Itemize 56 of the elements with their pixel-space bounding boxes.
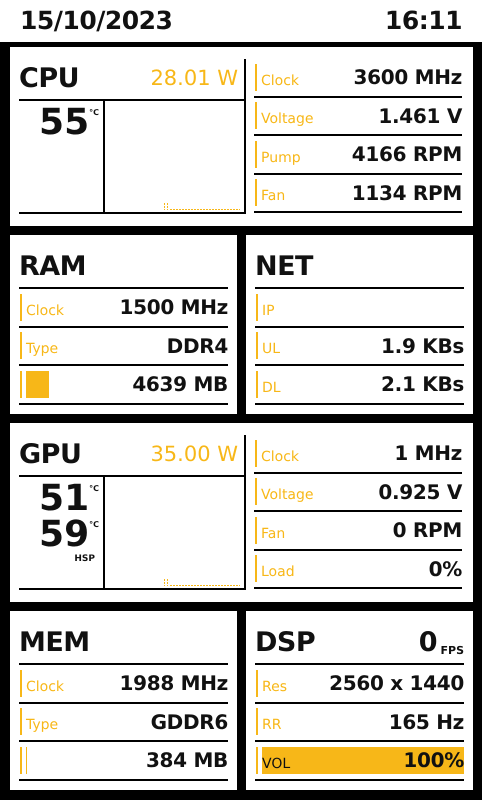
row-label: Fan — [255, 516, 286, 544]
row-label: VOL — [261, 754, 290, 774]
row-value: 3600 MHz — [353, 64, 462, 92]
row-label: Pump — [255, 140, 301, 168]
temperature-value: 55 — [39, 105, 90, 141]
row-label: IP — [256, 294, 275, 321]
row-label: Voltage — [255, 478, 314, 506]
row-label: UL — [256, 332, 280, 360]
temperature-value: 51 — [39, 481, 90, 517]
panel-title: GPU — [19, 438, 82, 472]
row-label: DL — [256, 370, 281, 398]
row-label: RR — [256, 708, 282, 736]
row-value: DDR4 — [166, 332, 228, 360]
temperature-value: 59 — [39, 517, 90, 553]
panel-title: DSP — [255, 626, 316, 660]
row-value: 0 RPM — [392, 517, 462, 544]
temperature-unit: °C — [89, 485, 99, 493]
row-value: 0% — [428, 556, 462, 583]
row-value: 100% — [403, 747, 464, 774]
time-text: 16:11 — [384, 5, 462, 38]
row-label: Voltage — [255, 102, 314, 130]
power-reading: 28.01 W — [150, 65, 238, 92]
row-label: Clock — [20, 670, 64, 697]
row-value: 1 MHz — [394, 440, 462, 468]
row-value: 165 Hz — [388, 708, 464, 736]
row-value: 1134 RPM — [352, 180, 462, 207]
temperature-unit: °C — [89, 109, 99, 117]
row-value: 2560 x 1440 — [329, 670, 464, 698]
row-label: Clock — [20, 294, 64, 321]
temperature-unit: °C — [89, 521, 99, 529]
fps-value: 0 — [418, 626, 438, 660]
panel-title: CPU — [19, 62, 80, 96]
row-value: 0.925 V — [378, 478, 462, 506]
row-value: 1500 MHz — [119, 294, 228, 322]
row-value: 4639 MB — [132, 371, 228, 398]
row-value: 4166 RPM — [352, 141, 462, 168]
row-value: 1.9 KBs — [381, 332, 464, 360]
fps-unit: FPS — [440, 642, 464, 659]
panel-title: RAM — [19, 250, 86, 284]
row-value: 2.1 KBs — [381, 371, 464, 398]
power-reading: 35.00 W — [150, 441, 238, 468]
row-label: Load — [255, 555, 295, 582]
date-text: 15/10/2023 — [20, 5, 172, 38]
row-label: Res — [256, 670, 288, 697]
row-label: Clock — [255, 64, 300, 91]
row-value: 384 MB — [146, 747, 228, 774]
panel-title: NET — [255, 250, 313, 284]
panel-title: MEM — [19, 626, 90, 660]
row-label: Fan — [255, 179, 286, 206]
row-value: 1.461 V — [378, 102, 462, 130]
row-value: GDDR6 — [150, 708, 228, 736]
row-label: Type — [20, 332, 58, 360]
sensor-caption: HSP — [74, 553, 95, 566]
row-label: Clock — [255, 440, 300, 467]
row-label: Type — [20, 708, 58, 736]
row-value: 1988 MHz — [119, 670, 228, 698]
